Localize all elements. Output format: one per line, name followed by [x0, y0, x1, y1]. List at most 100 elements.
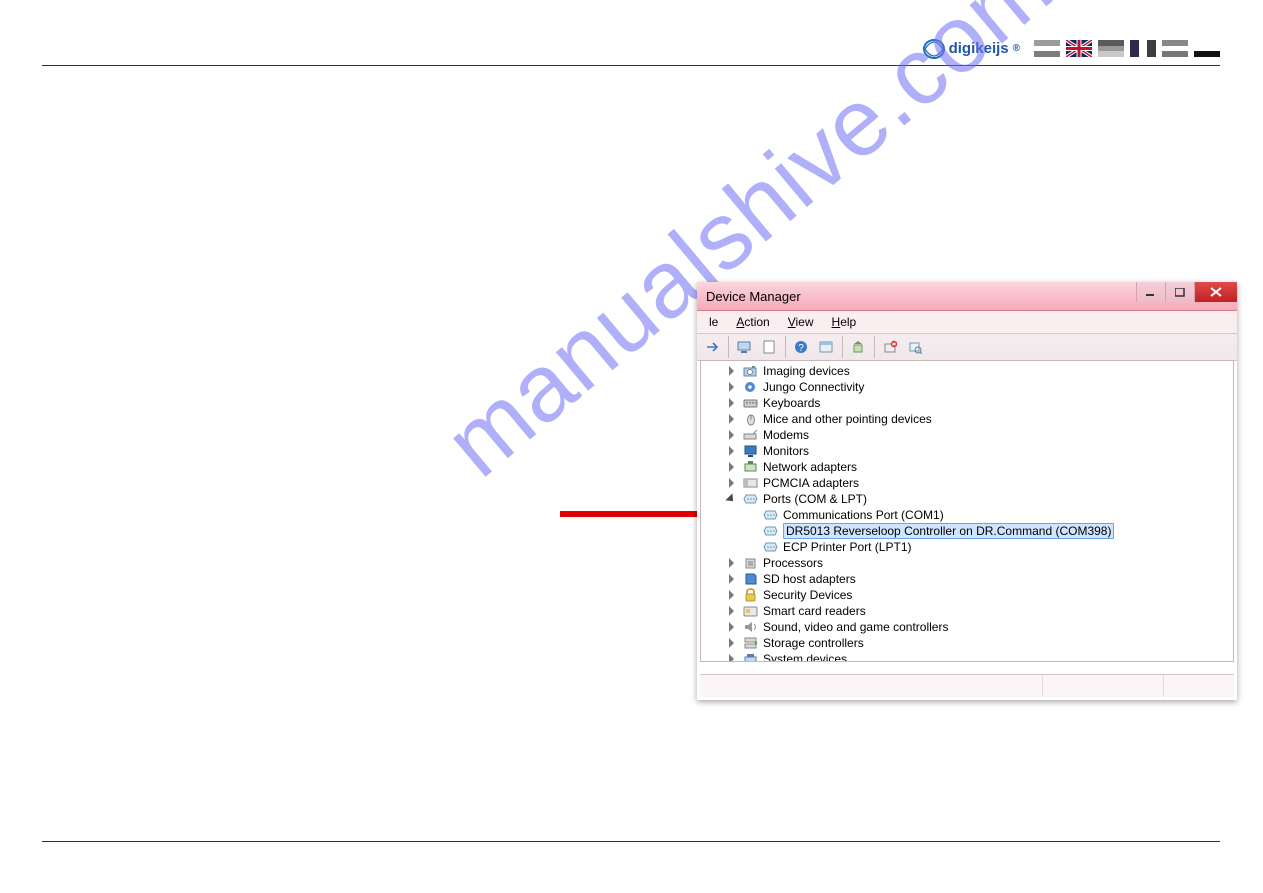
- expander-closed-icon[interactable]: [727, 574, 737, 584]
- network-icon: [743, 460, 759, 474]
- tree-node[interactable]: System devices: [701, 651, 1233, 662]
- port-icon: [763, 508, 779, 522]
- tree-node[interactable]: DR5013 Reverseloop Controller on DR.Comm…: [701, 523, 1233, 539]
- menu-help[interactable]: Help: [824, 314, 865, 330]
- expander-open-icon[interactable]: [727, 494, 737, 504]
- bottom-rule: [42, 841, 1220, 842]
- svg-text:?: ?: [798, 343, 804, 354]
- top-rule: [42, 65, 1220, 66]
- expander-closed-icon[interactable]: [727, 638, 737, 648]
- page-header: digikeijs®: [923, 38, 1220, 59]
- tree-node-label: Storage controllers: [763, 636, 864, 650]
- tree-node-label: Ports (COM & LPT): [763, 492, 867, 506]
- expander-closed-icon[interactable]: [727, 366, 737, 376]
- status-bar: [700, 674, 1234, 697]
- tree-node-label: PCMCIA adapters: [763, 476, 859, 490]
- tree-node[interactable]: Jungo Connectivity: [701, 379, 1233, 395]
- expander-closed-icon[interactable]: [727, 398, 737, 408]
- lock-icon: [743, 588, 759, 602]
- menu-view[interactable]: View: [780, 314, 822, 330]
- tree-node-label: System devices: [763, 652, 847, 662]
- flag-gray[interactable]: [1162, 40, 1188, 57]
- device-manager-window: Device Manager le Action View Help: [697, 282, 1237, 700]
- tree-node[interactable]: Smart card readers: [701, 603, 1233, 619]
- device-tree[interactable]: Imaging devicesJungo ConnectivityKeyboar…: [700, 360, 1234, 662]
- menu-action[interactable]: Action: [728, 314, 777, 330]
- tool-uninstall-icon[interactable]: [878, 335, 902, 359]
- tree-node[interactable]: Network adapters: [701, 459, 1233, 475]
- tree-node[interactable]: Sound, video and game controllers: [701, 619, 1233, 635]
- window-title: Device Manager: [706, 289, 801, 304]
- tree-node[interactable]: PCMCIA adapters: [701, 475, 1233, 491]
- tree-node-label: Keyboards: [763, 396, 820, 410]
- tool-help-icon[interactable]: ?: [789, 335, 813, 359]
- brand-icon: [923, 39, 945, 59]
- window-buttons: [1136, 282, 1237, 304]
- tree-node[interactable]: Monitors: [701, 443, 1233, 459]
- expander-closed-icon[interactable]: [727, 446, 737, 456]
- tool-forward-icon[interactable]: [700, 335, 724, 359]
- brand-text: digikeijs: [949, 40, 1009, 57]
- expander-closed-icon[interactable]: [727, 462, 737, 472]
- tree-node[interactable]: Storage controllers: [701, 635, 1233, 651]
- brand-logo: digikeijs®: [923, 39, 1020, 59]
- tree-node[interactable]: Communications Port (COM1): [701, 507, 1233, 523]
- sd-icon: [743, 572, 759, 586]
- expander-closed-icon[interactable]: [727, 606, 737, 616]
- flag-de[interactable]: [1098, 40, 1124, 57]
- tool-update-icon[interactable]: [846, 335, 870, 359]
- port-icon: [743, 492, 759, 506]
- menu-file-partial[interactable]: le: [701, 314, 726, 330]
- status-cell: [1043, 675, 1164, 697]
- expander-closed-icon[interactable]: [727, 558, 737, 568]
- audio-icon: [743, 620, 759, 634]
- mouse-icon: [743, 412, 759, 426]
- minimize-button[interactable]: [1136, 282, 1165, 302]
- tree-node[interactable]: SD host adapters: [701, 571, 1233, 587]
- tool-prop-icon[interactable]: [814, 335, 838, 359]
- tree-node[interactable]: ECP Printer Port (LPT1): [701, 539, 1233, 555]
- tree-node-label: Processors: [763, 556, 823, 570]
- flag-nl[interactable]: [1034, 40, 1060, 57]
- smart-icon: [743, 604, 759, 618]
- expander-closed-icon[interactable]: [727, 430, 737, 440]
- port-icon: [763, 540, 779, 554]
- expander-closed-icon[interactable]: [727, 590, 737, 600]
- tree-node[interactable]: Security Devices: [701, 587, 1233, 603]
- flag-uk[interactable]: [1066, 40, 1092, 57]
- expander-closed-icon[interactable]: [727, 382, 737, 392]
- close-button[interactable]: [1194, 282, 1237, 302]
- tree-node[interactable]: Modems: [701, 427, 1233, 443]
- tree-node[interactable]: Processors: [701, 555, 1233, 571]
- tool-computer-icon[interactable]: [732, 335, 756, 359]
- menu-bar: le Action View Help: [697, 311, 1237, 334]
- flag-bw[interactable]: [1194, 40, 1220, 57]
- tree-node[interactable]: Keyboards: [701, 395, 1233, 411]
- tree-node-label: Mice and other pointing devices: [763, 412, 932, 426]
- tree-node-label: Modems: [763, 428, 809, 442]
- tree-node-label: Smart card readers: [763, 604, 866, 618]
- title-bar[interactable]: Device Manager: [697, 282, 1237, 311]
- maximize-button[interactable]: [1165, 282, 1194, 302]
- camera-icon: [743, 364, 759, 378]
- chip-icon: [743, 652, 759, 662]
- tree-node-label: Imaging devices: [763, 364, 850, 378]
- tree-node-label: Monitors: [763, 444, 809, 458]
- tool-page-icon[interactable]: [757, 335, 781, 359]
- tree-node[interactable]: Imaging devices: [701, 363, 1233, 379]
- tree-node-label: Communications Port (COM1): [783, 508, 944, 522]
- modem-icon: [743, 428, 759, 442]
- keyboard-icon: [743, 396, 759, 410]
- tree-node-label: Security Devices: [763, 588, 852, 602]
- tree-node-label: DR5013 Reverseloop Controller on DR.Comm…: [783, 523, 1114, 539]
- tree-node[interactable]: Mice and other pointing devices: [701, 411, 1233, 427]
- flag-fr[interactable]: [1130, 40, 1156, 57]
- expander-closed-icon[interactable]: [727, 622, 737, 632]
- expander-closed-icon[interactable]: [727, 414, 737, 424]
- expander-closed-icon[interactable]: [727, 654, 737, 662]
- expander-closed-icon[interactable]: [727, 478, 737, 488]
- storage-icon: [743, 636, 759, 650]
- status-cell: [700, 675, 1043, 697]
- tree-node[interactable]: Ports (COM & LPT): [701, 491, 1233, 507]
- tool-scan-icon[interactable]: [903, 335, 927, 359]
